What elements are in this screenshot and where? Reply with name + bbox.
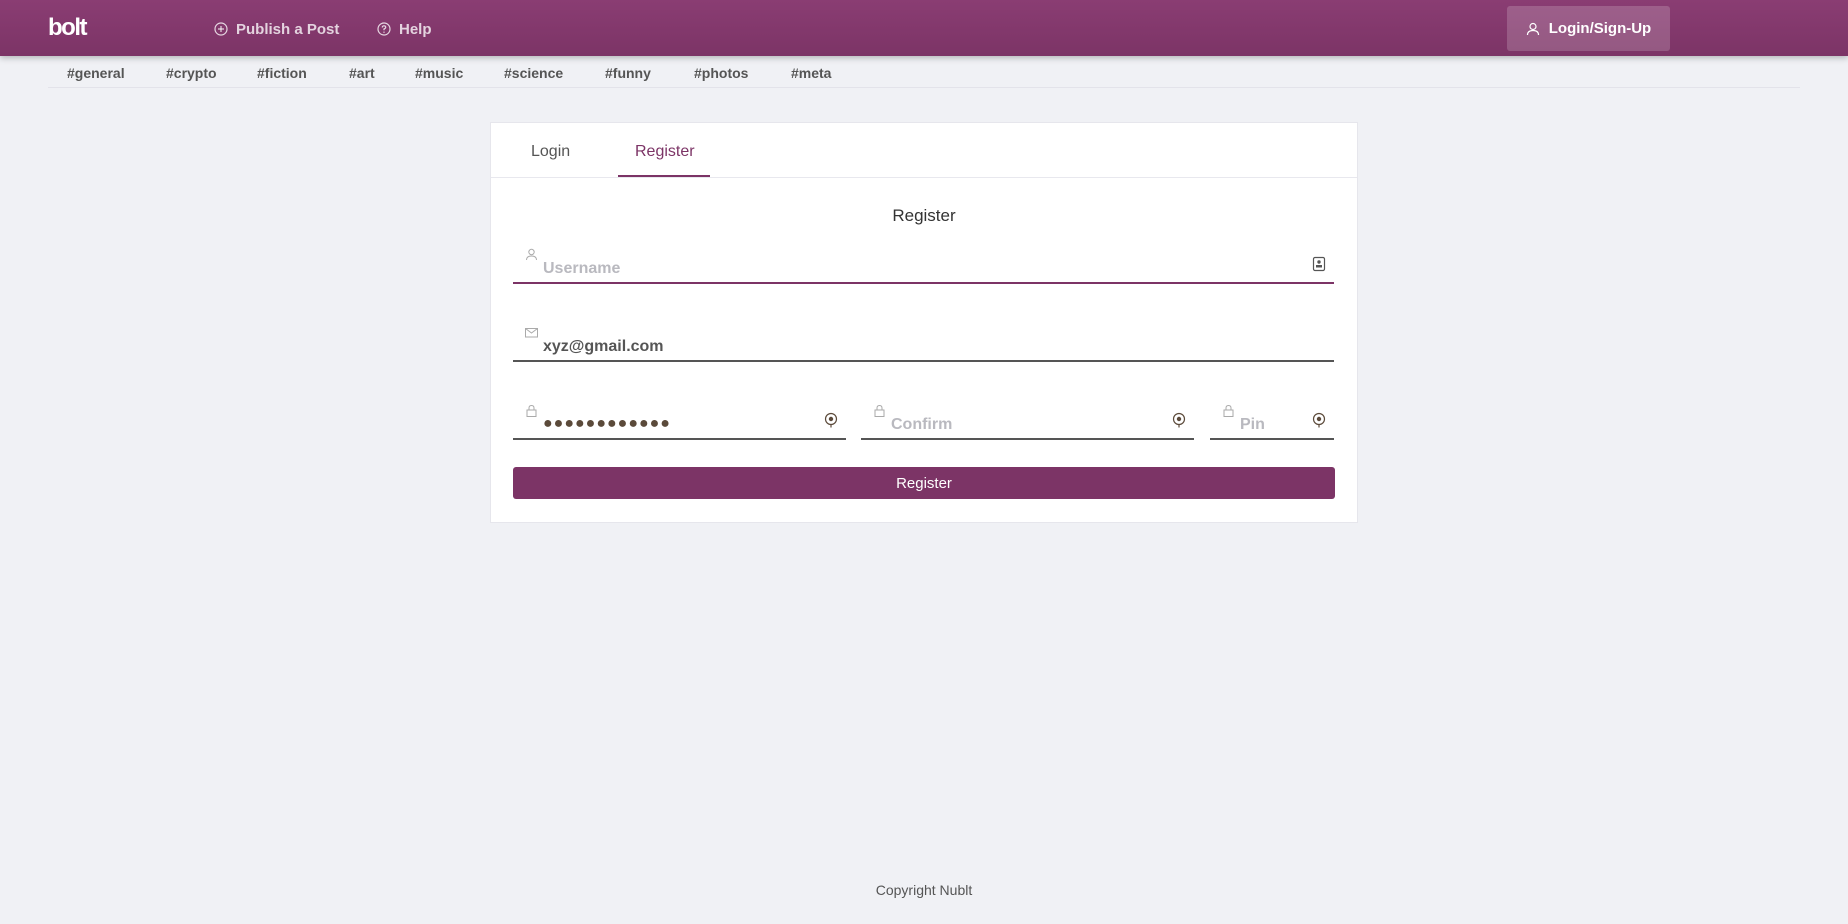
lock-icon	[526, 404, 537, 417]
tag-crypto[interactable]: #crypto	[166, 65, 217, 81]
tag-funny[interactable]: #funny	[605, 65, 651, 81]
username-placeholder: Username	[543, 260, 621, 277]
active-tab-indicator	[618, 175, 710, 177]
tag-fiction[interactable]: #fiction	[257, 65, 307, 81]
tag-photos[interactable]: #photos	[694, 65, 748, 81]
plus-circle-icon	[214, 22, 228, 36]
publish-post-label: Publish a Post	[236, 20, 340, 38]
tag-bar: #general #crypto #fiction #art #music #s…	[48, 56, 1800, 88]
tab-register[interactable]: Register	[635, 143, 695, 161]
top-navbar: bolt Publish a Post Help Login/Sign-Up	[0, 0, 1848, 56]
user-icon	[526, 248, 537, 261]
password-field[interactable]: ●●●●●●●●●●●●	[513, 404, 846, 440]
lock-icon	[874, 404, 885, 417]
tag-art[interactable]: #art	[349, 65, 375, 81]
pin-field[interactable]: Pin	[1210, 404, 1334, 440]
register-submit-button[interactable]: Register	[513, 467, 1335, 499]
publish-post-link[interactable]: Publish a Post	[214, 19, 339, 39]
question-circle-icon	[377, 22, 391, 36]
confirm-password-field[interactable]: Confirm	[861, 404, 1194, 440]
lock-icon	[1223, 404, 1234, 417]
eye-toggle-icon[interactable]	[824, 412, 838, 428]
login-signup-button[interactable]: Login/Sign-Up	[1507, 6, 1670, 51]
tag-general[interactable]: #general	[67, 65, 125, 81]
contact-card-icon	[1312, 256, 1326, 272]
pin-placeholder: Pin	[1240, 416, 1265, 433]
user-icon	[1526, 22, 1539, 35]
username-field[interactable]: Username	[513, 248, 1334, 284]
help-label: Help	[399, 20, 432, 38]
auth-card: Login Register Register	[490, 122, 1358, 523]
email-field[interactable]: xyz@gmail.com	[513, 326, 1334, 362]
tag-music[interactable]: #music	[415, 65, 463, 81]
eye-toggle-icon[interactable]	[1312, 412, 1326, 428]
footer-copyright: Copyright Nublt	[875, 882, 973, 898]
login-signup-label: Login/Sign-Up	[1548, 20, 1652, 37]
tag-science[interactable]: #science	[504, 65, 563, 81]
bolt-logo[interactable]: bolt	[48, 14, 87, 42]
password-masked-value: ●●●●●●●●●●●●	[543, 415, 671, 432]
eye-toggle-icon[interactable]	[1172, 412, 1186, 428]
tab-login[interactable]: Login	[531, 143, 570, 161]
email-value: xyz@gmail.com	[543, 338, 664, 355]
form-title: Register	[892, 206, 956, 225]
mail-icon	[525, 328, 538, 338]
help-link[interactable]: Help	[377, 19, 432, 39]
tag-meta[interactable]: #meta	[791, 65, 831, 81]
auth-tabs: Login Register	[491, 123, 1357, 178]
confirm-placeholder: Confirm	[891, 416, 953, 433]
